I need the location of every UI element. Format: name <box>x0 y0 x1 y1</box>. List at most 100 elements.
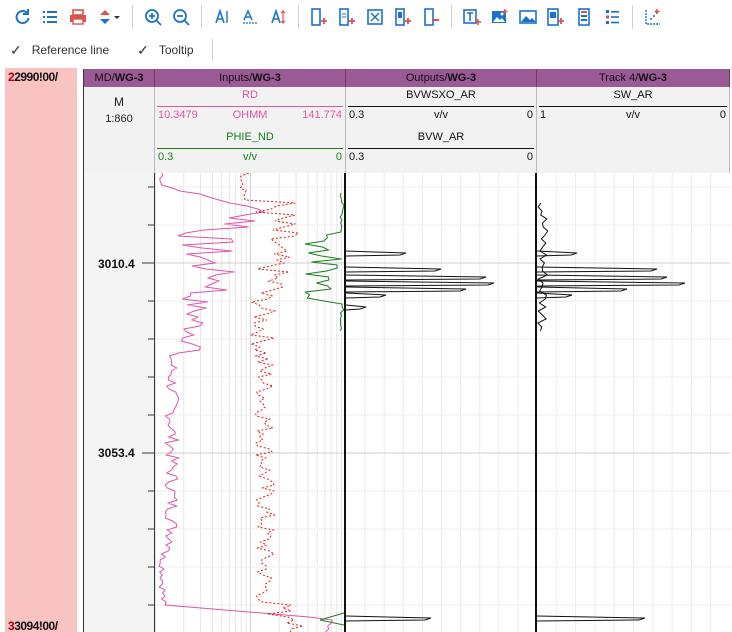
rd-curve-line <box>157 106 343 107</box>
track-grid-button[interactable] <box>361 3 389 31</box>
sw-spike <box>537 280 686 287</box>
bvw-curve-line <box>348 148 534 149</box>
md-track[interactable]: 3010.4 3053.4 <box>84 173 155 632</box>
overview-bottom-label: 33094!00/ <box>8 619 58 632</box>
bvwsxo-curve-header[interactable]: BVWSXO_AR 0.3 v/v 0 <box>348 87 534 121</box>
output-spike <box>346 615 432 622</box>
outputs-track-title[interactable]: Outputs/WG-3 <box>346 69 537 87</box>
output-spike <box>346 250 407 257</box>
text-height-icon <box>271 8 286 24</box>
print-icon <box>70 9 86 25</box>
list-icon <box>43 11 57 23</box>
sort-dropdown-button[interactable] <box>92 3 126 31</box>
table-button[interactable] <box>570 3 598 31</box>
crossplot-icon <box>645 9 660 25</box>
output-spike <box>346 266 442 273</box>
table-icon <box>578 8 590 26</box>
text-align-button[interactable] <box>208 3 236 31</box>
add-track-alt-icon <box>339 8 355 26</box>
md-ticks <box>142 186 154 606</box>
depth-overview-strip[interactable]: 22990!00/ 33094!00/ <box>5 68 77 632</box>
output-spike <box>346 292 387 299</box>
rd-curve <box>158 173 333 632</box>
md-unit: M <box>114 95 124 109</box>
inputs-plot <box>155 173 344 632</box>
text-align-icon <box>215 8 228 24</box>
zoom-out-button[interactable] <box>167 3 195 31</box>
sw-unit: v/v <box>625 109 641 121</box>
list-view-button[interactable] <box>598 3 626 31</box>
output-spike <box>346 280 495 287</box>
outputs-plot <box>346 173 535 632</box>
depth-label-1: 3010.4 <box>98 257 135 271</box>
inputs-track-title[interactable]: Inputs/WG-3 <box>155 69 346 87</box>
log-view: MD/WG-3 Inputs/WG-3 Outputs/WG-3 Track 4… <box>83 69 730 632</box>
sw-spike <box>537 286 628 293</box>
inputs-track-header: RD 10.3479 OHMM 141.774 PHIE_ND 0.3 v/v … <box>155 87 346 173</box>
phie-max: 0 <box>335 151 342 163</box>
outputs-track[interactable] <box>346 173 537 632</box>
sw-curve-line <box>539 106 727 107</box>
crossplot-button[interactable] <box>639 3 667 31</box>
list-button[interactable] <box>36 3 64 31</box>
reference-line-toggle[interactable]: ✓ Reference line <box>10 42 109 59</box>
track4-title[interactable]: Track 4/WG-3 <box>537 69 730 87</box>
bvw-max: 0 <box>526 151 533 163</box>
rd-dotted-curve <box>239 173 303 632</box>
rd-max: 141.774 <box>302 109 342 121</box>
track4-track[interactable] <box>537 173 730 632</box>
insert-image-button[interactable] <box>486 3 514 31</box>
print-button[interactable] <box>64 3 92 31</box>
sw-spike <box>537 292 573 299</box>
add-track-alt-button[interactable] <box>333 3 361 31</box>
options-separator <box>211 39 213 61</box>
add-curve-button[interactable] <box>389 3 417 31</box>
add-text-icon <box>463 9 481 25</box>
remove-track-icon <box>424 8 439 26</box>
md-track-title[interactable]: MD/WG-3 <box>84 69 155 87</box>
bvw-curve-header[interactable]: BVW_AR 0.3 0 <box>348 129 534 163</box>
rd-curve-header[interactable]: RD 10.3479 OHMM 141.774 <box>157 87 343 121</box>
phie-curve-bottom <box>319 612 344 626</box>
add-text-button[interactable] <box>458 3 486 31</box>
sw-spike <box>537 615 646 622</box>
text-spacing-button[interactable] <box>236 3 264 31</box>
image-button[interactable] <box>514 3 542 31</box>
bvwsxo-unit: v/v <box>433 109 449 121</box>
track-grid <box>537 173 730 632</box>
sw-curve-name: SW_AR <box>613 89 653 101</box>
sw-spike <box>537 250 578 257</box>
toolbar-separator <box>632 5 633 29</box>
insert-image-icon <box>492 9 508 23</box>
toolbar <box>0 0 732 34</box>
text-height-button[interactable] <box>264 3 292 31</box>
options-bar: ✓ Reference line ✓ Tooltip <box>0 36 213 64</box>
add-image-button[interactable] <box>542 3 570 31</box>
track-grid-icon <box>367 9 383 25</box>
bvwsxo-curve-line <box>348 106 534 107</box>
add-track-button[interactable] <box>305 3 333 31</box>
add-curve-icon <box>395 8 411 26</box>
zoom-out-icon <box>173 9 190 26</box>
outputs-track-header: BVWSXO_AR 0.3 v/v 0 BVW_AR 0.3 0 <box>346 87 537 173</box>
check-icon: ✓ <box>10 41 22 58</box>
phie-curve-header[interactable]: PHIE_ND 0.3 v/v 0 <box>157 129 343 163</box>
sw-curve-header[interactable]: SW_AR 1 v/v 0 <box>539 87 727 121</box>
zoom-in-icon <box>145 9 162 26</box>
refresh-button[interactable] <box>8 3 36 31</box>
remove-track-button[interactable] <box>417 3 445 31</box>
depth-label-2: 3053.4 <box>98 446 135 460</box>
tooltip-label: Tooltip <box>158 43 194 57</box>
rd-curve-name: RD <box>242 89 258 101</box>
zoom-in-button[interactable] <box>139 3 167 31</box>
text-spacing-icon <box>243 9 257 24</box>
inputs-track[interactable] <box>155 173 346 632</box>
bvwsxo-curve-name: BVWSXO_AR <box>406 89 476 101</box>
tooltip-toggle[interactable]: ✓ Tooltip <box>137 42 193 59</box>
add-image-icon <box>547 8 564 26</box>
bvwsxo-max: 0 <box>526 109 533 121</box>
track4-header: SW_AR 1 v/v 0 <box>537 87 730 173</box>
phie-curve-name: PHIE_ND <box>226 131 274 143</box>
md-track-header: M 1:860 <box>84 87 155 173</box>
refresh-icon <box>15 9 30 25</box>
